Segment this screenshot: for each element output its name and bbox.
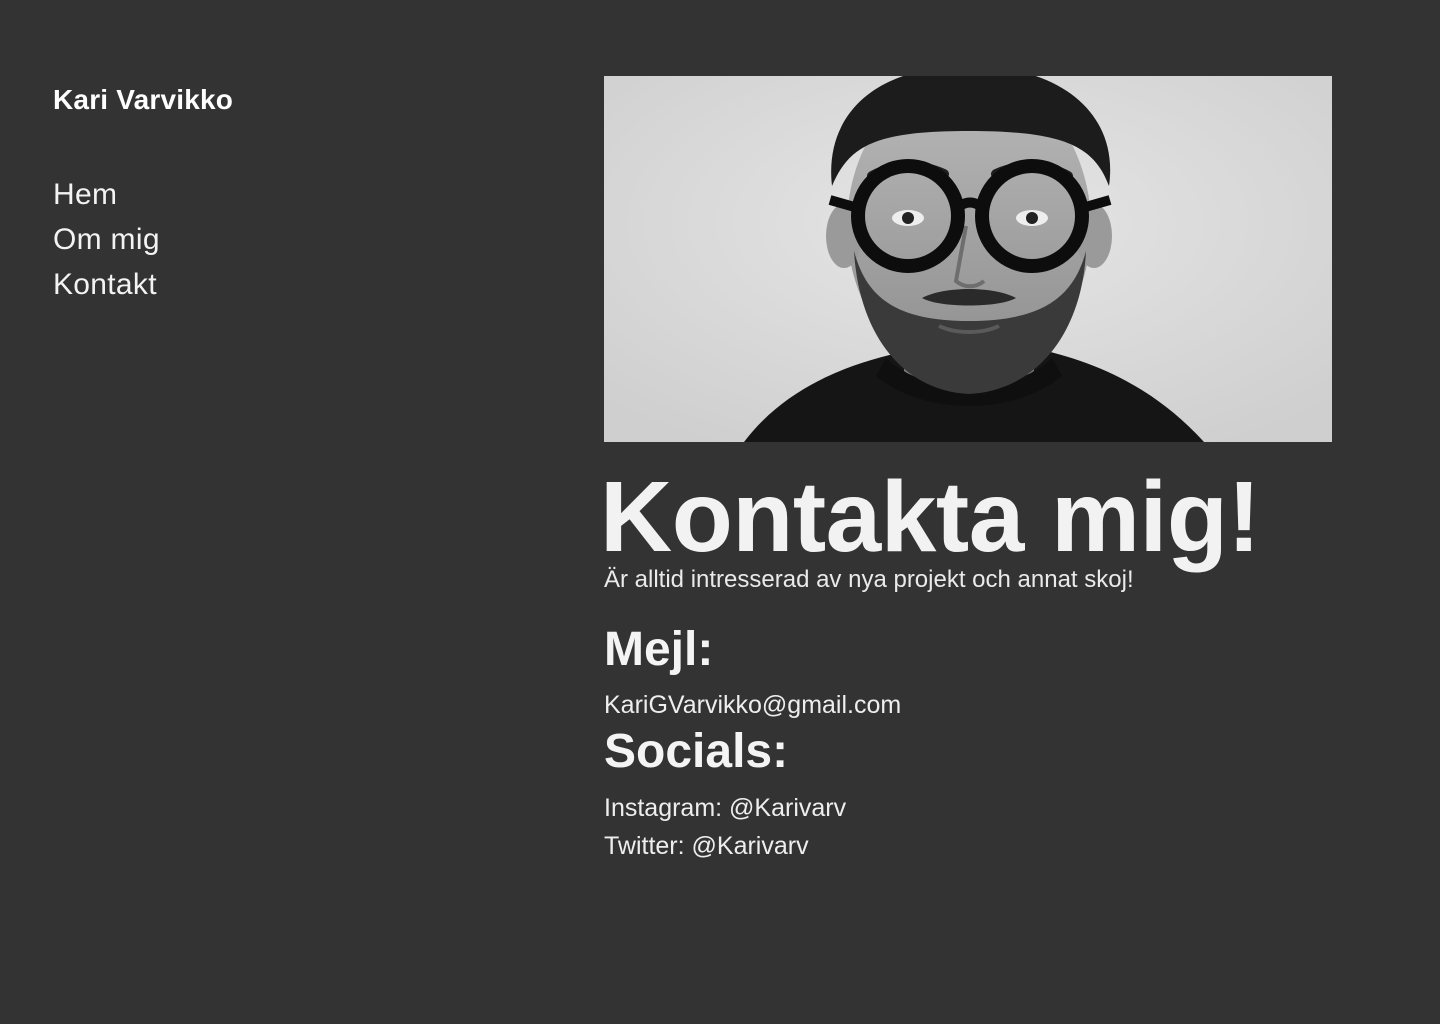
site-logo-link[interactable]: Kari Varvikko [53, 84, 233, 116]
twitter-handle: Twitter: @Karivarv [604, 832, 809, 860]
nav-link-contact[interactable]: Kontakt [53, 262, 160, 307]
nav-link-about[interactable]: Om mig [53, 217, 160, 262]
main-nav: Hem Om mig Kontakt [53, 172, 160, 307]
nav-link-home[interactable]: Hem [53, 172, 160, 217]
email-link[interactable]: KariGVarvikko@gmail.com [604, 691, 901, 720]
mail-heading: Mejl: [604, 623, 714, 676]
portrait-photo [604, 76, 1332, 442]
portrait-illustration [604, 76, 1332, 442]
instagram-handle: Instagram: @Karivarv [604, 794, 847, 822]
page-subtitle: Är alltid intresserad av nya projekt och… [604, 566, 1134, 593]
page-title: Kontakta mig! [600, 461, 1261, 573]
contact-page: Kari Varvikko Hem Om mig Kontakt Kontakt… [0, 0, 1440, 1024]
socials-heading: Socials: [604, 725, 789, 778]
